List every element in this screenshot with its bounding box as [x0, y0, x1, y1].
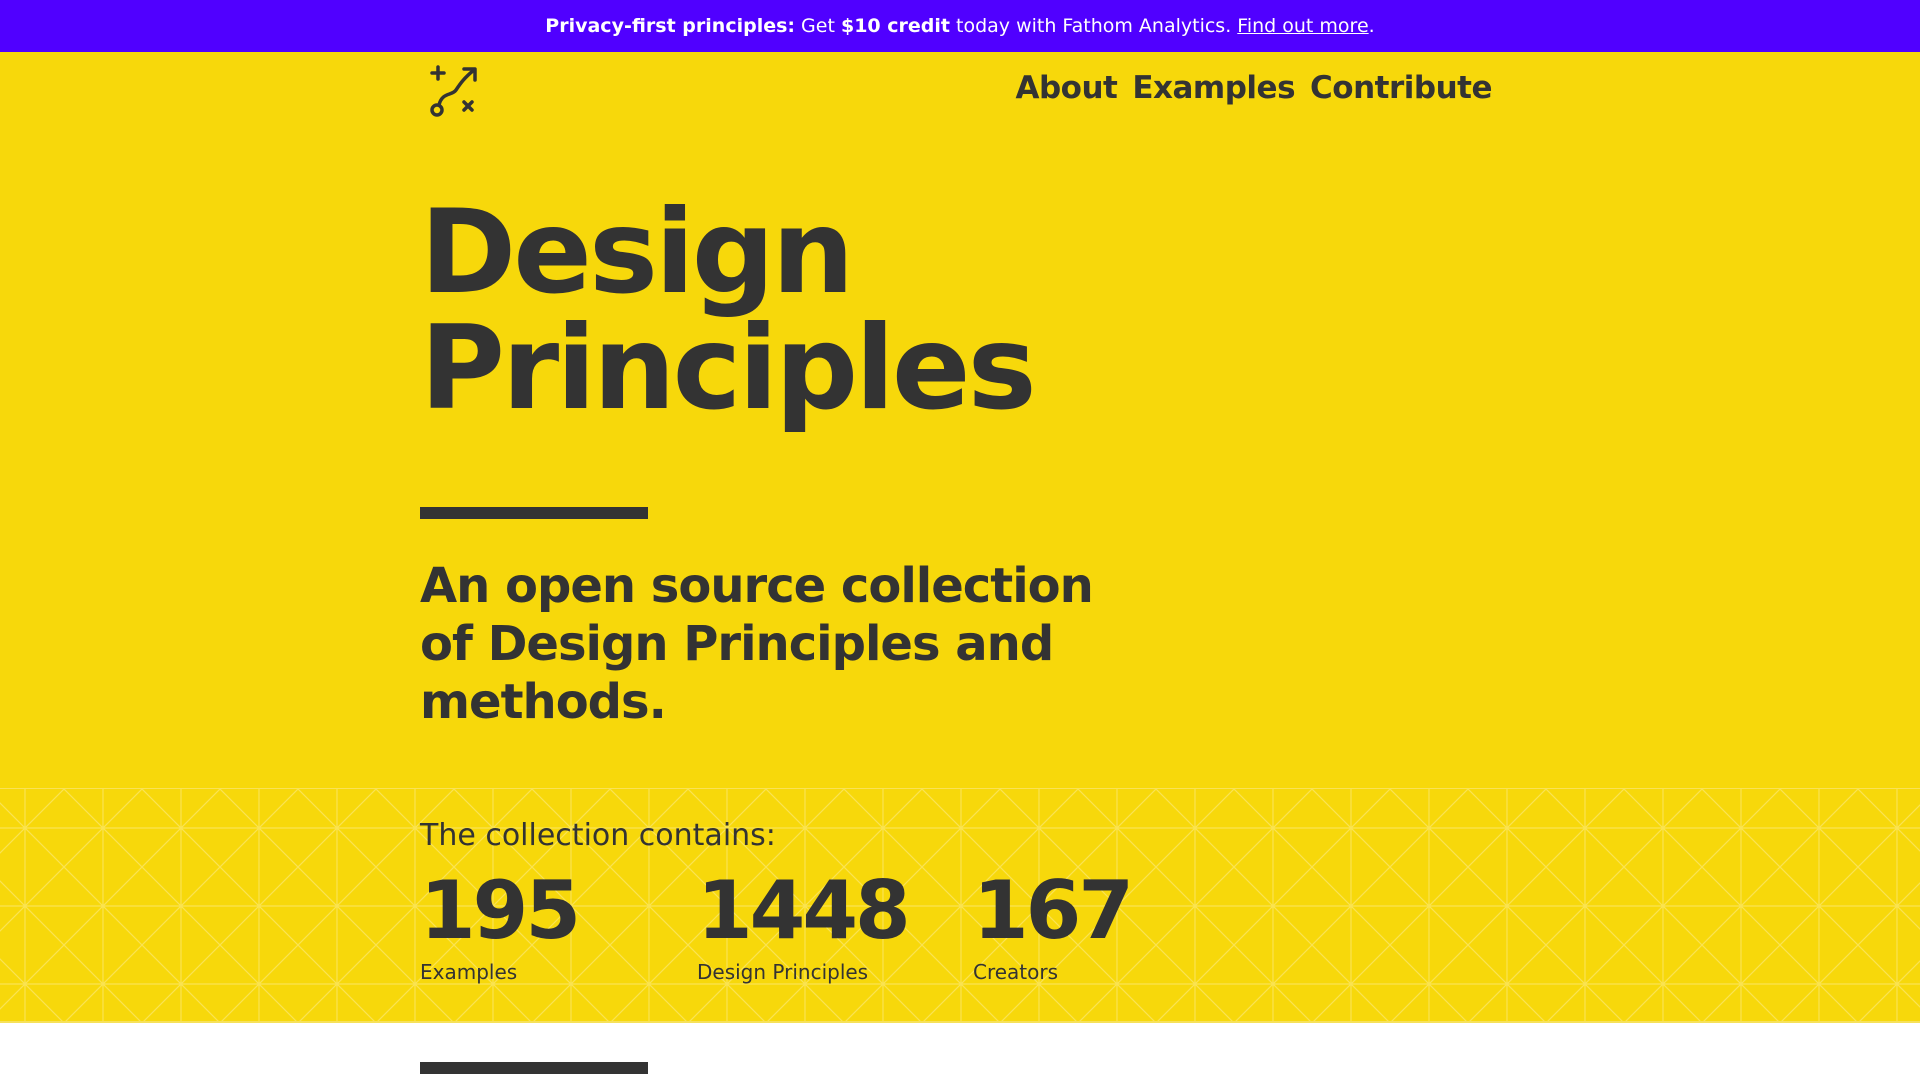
stat-number: 195: [420, 864, 581, 957]
banner-credit: $10 credit: [840, 15, 950, 37]
page-title-line-2: Principles: [420, 301, 1037, 436]
banner-get: Get: [801, 15, 835, 37]
stat-label: Design Principles: [697, 960, 869, 984]
section-divider: [420, 1062, 648, 1074]
promo-banner: Privacy-first principles: Get $10 credit…: [0, 0, 1920, 52]
banner-find-out-more-link[interactable]: Find out more: [1237, 15, 1368, 37]
banner-period: .: [1368, 15, 1375, 37]
stat-creators: 167 Creators: [973, 864, 1134, 985]
banner-lead: Privacy-first principles:: [545, 15, 795, 37]
stats-band: [0, 788, 1920, 1023]
stat-label: Examples: [420, 960, 518, 984]
nav-about-link[interactable]: About: [1015, 70, 1117, 106]
page-title: Design Principles: [420, 195, 1037, 427]
diamond-pattern-background: [0, 789, 1920, 1021]
stat-number: 167: [973, 864, 1134, 957]
page-title-line-1: Design: [420, 185, 854, 320]
stat-examples: 195 Examples: [420, 864, 581, 985]
stat-label: Creators: [973, 960, 1059, 984]
hero-subtitle: An open source collection of Design Prin…: [420, 558, 1094, 730]
nav-examples-link[interactable]: Examples: [1132, 70, 1295, 106]
stat-number: 1448: [697, 864, 911, 957]
route-arrow-icon: [430, 65, 477, 117]
stat-design-principles: 1448 Design Principles: [697, 864, 911, 985]
main-nav: About Examples Contribute: [1015, 70, 1492, 106]
home-logo[interactable]: [428, 62, 484, 118]
title-divider: [420, 507, 648, 519]
stats-heading: The collection contains:: [420, 818, 776, 853]
banner-rest: today with Fathom Analytics.: [956, 15, 1232, 37]
nav-contribute-link[interactable]: Contribute: [1310, 70, 1492, 106]
